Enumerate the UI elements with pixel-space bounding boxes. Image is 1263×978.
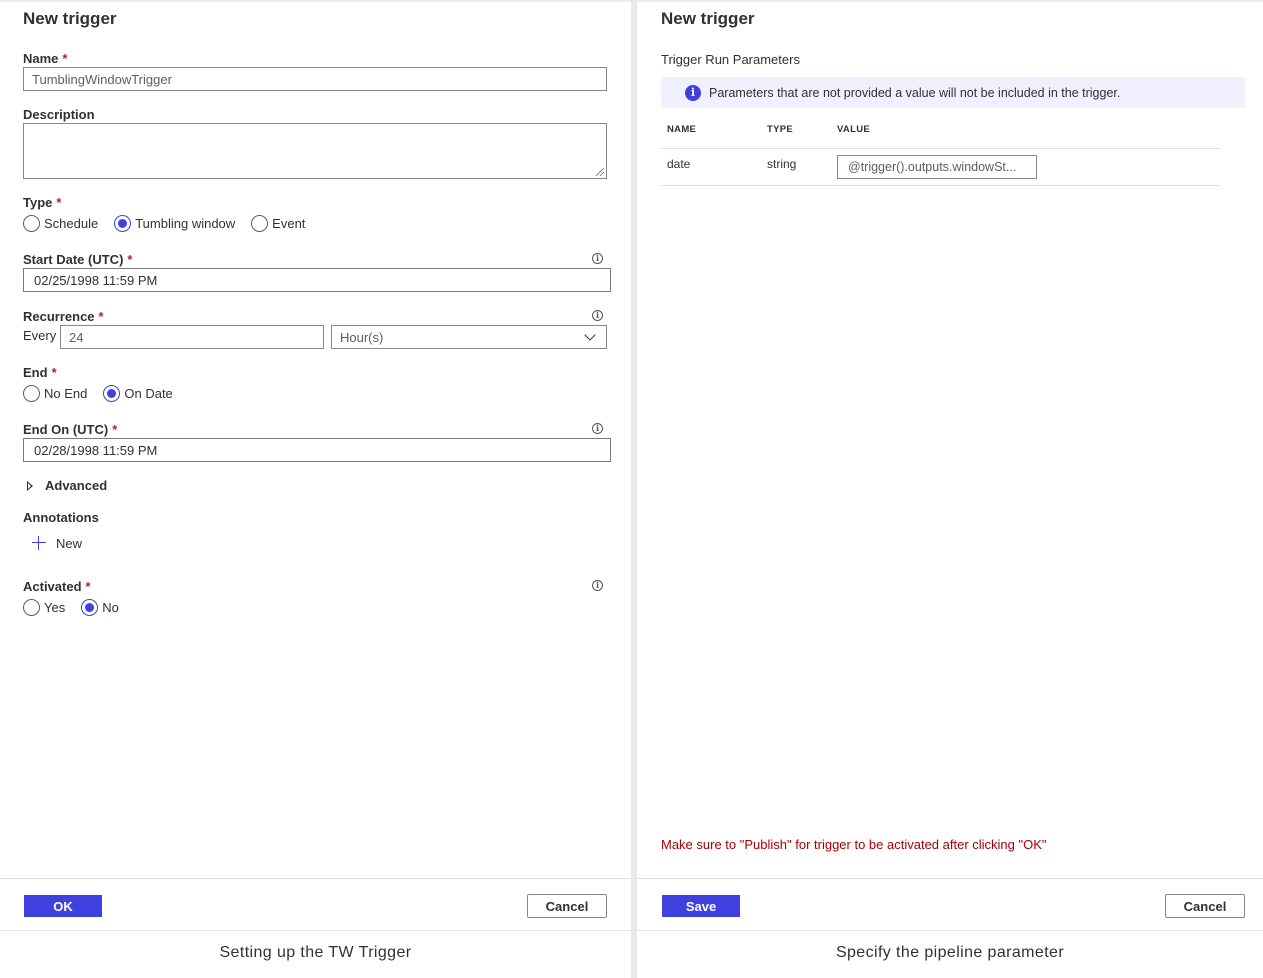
ok-button[interactable]: OK (24, 895, 102, 917)
info-message-bar: i Parameters that are not provided a val… (661, 77, 1245, 108)
column-header-value: VALUE (837, 124, 870, 135)
type-schedule-radio[interactable]: Schedule (23, 215, 98, 232)
activated-yes-radio[interactable]: Yes (23, 599, 65, 616)
caption: Specify the pipeline parameter (637, 930, 1263, 974)
panel-top-shadow (637, 0, 1263, 3)
end-on-input[interactable]: 02/28/1998 11:59 PM (23, 438, 611, 462)
info-icon: i (685, 84, 701, 101)
footer-divider (0, 878, 631, 879)
cancel-button[interactable]: Cancel (527, 894, 607, 918)
end-on-date-radio[interactable]: On Date (103, 385, 173, 402)
radio-circle (251, 215, 269, 232)
info-icon[interactable]: i (592, 253, 603, 264)
info-icon[interactable]: i (592, 580, 603, 591)
radio-circle (23, 215, 40, 232)
plus-icon (31, 535, 47, 551)
recurrence-label: Recurrence * (23, 309, 104, 324)
footer-divider (637, 878, 1263, 879)
advanced-toggle[interactable]: Advanced (23, 478, 107, 493)
radio-circle (23, 599, 40, 616)
recurrence-unit-select[interactable]: Hour(s) (331, 325, 607, 349)
recurrence-interval-input[interactable]: 24 (60, 325, 324, 349)
column-header-name: NAME (667, 124, 697, 135)
type-event-radio[interactable]: Event (251, 215, 305, 232)
param-type-cell: string (767, 157, 797, 171)
start-date-label: Start Date (UTC) * (23, 252, 133, 267)
radio-circle-selected (103, 385, 121, 402)
param-value-input[interactable]: @trigger().outputs.windowSt... (837, 155, 1037, 179)
column-header-type: TYPE (767, 124, 794, 135)
save-button[interactable]: Save (662, 895, 740, 917)
description-label: Description (23, 107, 95, 122)
param-name-cell: date (667, 157, 691, 171)
type-radio-group: Schedule Tumbling window Event (23, 215, 321, 232)
cancel-button[interactable]: Cancel (1165, 894, 1245, 918)
activated-label: Activated * (23, 579, 91, 594)
end-on-label: End On (UTC) * (23, 422, 118, 437)
table-row-divider (661, 185, 1220, 186)
resize-grip[interactable] (596, 168, 604, 176)
activated-radio-group: Yes No (23, 599, 135, 616)
publish-warning: Make sure to "Publish" for trigger to be… (661, 837, 1047, 852)
info-icon[interactable]: i (592, 310, 603, 321)
start-date-input[interactable]: 02/25/1998 11:59 PM (23, 268, 611, 292)
name-label: Name * (23, 51, 68, 66)
new-annotation-button[interactable]: New (31, 535, 82, 551)
section-subtitle: Trigger Run Parameters (661, 52, 800, 67)
description-textarea[interactable] (23, 123, 607, 179)
type-tumbling-window-radio[interactable]: Tumbling window (114, 215, 235, 232)
type-label: Type * (23, 195, 62, 210)
name-input[interactable]: TumblingWindowTrigger (23, 67, 607, 91)
activated-no-radio[interactable]: No (81, 599, 119, 616)
info-icon[interactable]: i (592, 423, 603, 434)
new-trigger-panel: New trigger Name * TumblingWindowTrigger … (0, 0, 631, 978)
trigger-parameters-panel: New trigger Trigger Run Parameters i Par… (637, 0, 1263, 978)
end-label: End * (23, 365, 57, 380)
caption: Setting up the TW Trigger (0, 930, 631, 974)
end-radio-group: No End On Date (23, 385, 189, 402)
radio-circle-selected (114, 215, 132, 232)
every-label: Every (23, 328, 57, 343)
panel-top-shadow (0, 0, 631, 3)
panel-title: New trigger (661, 9, 755, 28)
chevron-down-icon (584, 329, 596, 341)
end-no-end-radio[interactable]: No End (23, 385, 87, 402)
caret-right-icon (27, 480, 33, 491)
table-divider (661, 148, 1220, 149)
radio-circle (23, 385, 40, 402)
annotations-label: Annotations (23, 510, 99, 525)
panel-title: New trigger (23, 9, 117, 28)
radio-circle-selected (81, 599, 99, 616)
